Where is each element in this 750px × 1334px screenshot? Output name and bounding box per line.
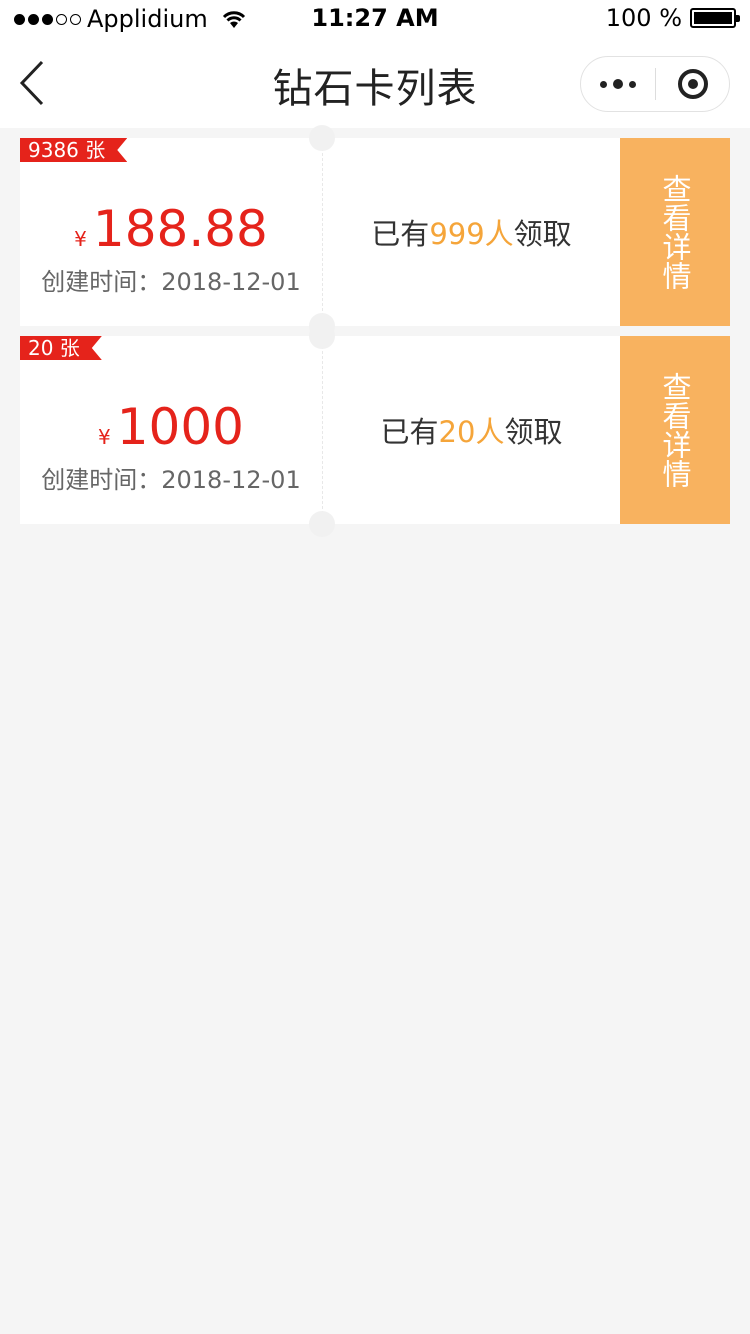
battery-icon bbox=[690, 8, 740, 28]
currency-symbol: ¥ bbox=[74, 227, 87, 251]
mini-program-capsule bbox=[580, 56, 730, 112]
navigation-bar: 钻石卡列表 bbox=[0, 40, 750, 128]
status-bar-right: 100 % bbox=[605, 4, 740, 32]
received-suffix: 领取 bbox=[504, 415, 563, 449]
card-count-badge: 9386 张 bbox=[20, 138, 127, 162]
card-amount: 1000 bbox=[116, 398, 244, 456]
received-prefix: 已有 bbox=[371, 217, 430, 251]
target-close-icon bbox=[677, 69, 708, 99]
view-details-button[interactable]: 查看详情 bbox=[620, 336, 730, 524]
currency-symbol: ¥ bbox=[98, 425, 111, 449]
view-details-button[interactable]: 查看详情 bbox=[620, 138, 730, 326]
diamond-card-list: ¥188.88 创建时间：2018-12-01 9386 张 已有 999人 领取 … bbox=[20, 125, 730, 537]
close-mini-program-button[interactable] bbox=[656, 57, 729, 111]
card-value-section: ¥188.88 创建时间：2018-12-01 bbox=[20, 138, 322, 326]
battery-percent: 100 % bbox=[605, 4, 682, 32]
more-dots-icon[interactable] bbox=[581, 57, 655, 111]
diamond-card: ¥188.88 创建时间：2018-12-01 9386 张 已有 999人 领取 … bbox=[20, 125, 730, 339]
created-date: 创建时间：2018-12-01 bbox=[41, 268, 301, 296]
received-suffix: 领取 bbox=[513, 217, 572, 251]
status-bar: Applidium 11:27 AM 100 % bbox=[0, 0, 750, 40]
received-info: 已有 999人 领取 bbox=[323, 138, 620, 326]
received-count: 20人 bbox=[438, 415, 505, 449]
created-date: 创建时间：2018-12-01 bbox=[41, 466, 301, 494]
received-prefix: 已有 bbox=[380, 415, 439, 449]
received-info: 已有 20人 领取 bbox=[323, 336, 620, 524]
card-value-section: ¥1000 创建时间：2018-12-01 bbox=[20, 336, 322, 524]
card-price: ¥1000 bbox=[20, 398, 322, 456]
card-amount: 188.88 bbox=[92, 200, 268, 258]
diamond-card: ¥1000 创建时间：2018-12-01 20 张 已有 20人 领取 查看详情 bbox=[20, 323, 730, 537]
received-count: 999人 bbox=[429, 217, 514, 251]
card-count-badge: 20 张 bbox=[20, 336, 102, 360]
card-price: ¥188.88 bbox=[20, 200, 322, 258]
